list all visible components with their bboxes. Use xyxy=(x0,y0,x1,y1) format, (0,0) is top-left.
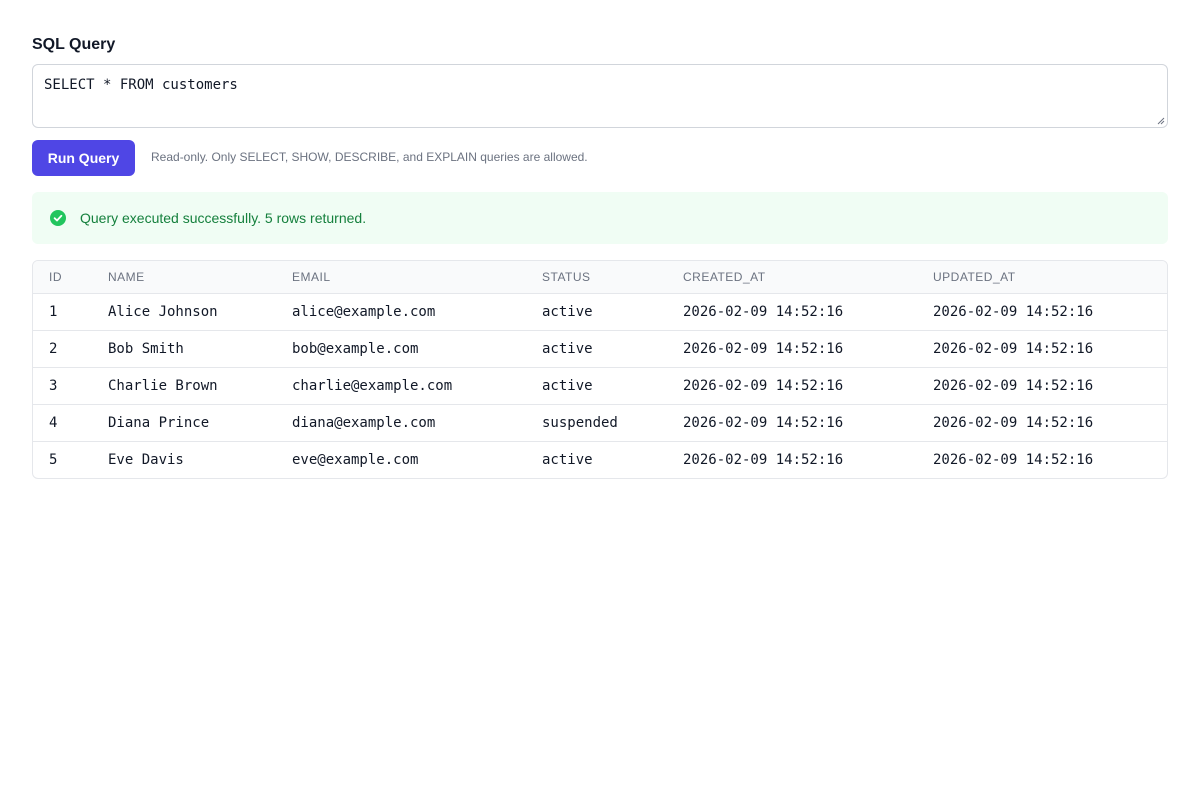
cell-name: Eve Davis xyxy=(108,452,184,468)
resize-handle-icon[interactable] xyxy=(1157,117,1165,125)
cell-created-at: 2026-02-09 14:52:16 xyxy=(683,452,844,468)
table-row[interactable]: 3 Charlie Brown charlie@example.com acti… xyxy=(33,368,1167,405)
cell-email: bob@example.com xyxy=(292,341,419,357)
column-header-email[interactable]: EMAIL xyxy=(292,270,331,285)
table-row[interactable]: 2 Bob Smith bob@example.com active 2026-… xyxy=(33,331,1167,368)
cell-id: 4 xyxy=(49,415,58,431)
query-label: SQL Query xyxy=(32,36,116,53)
cell-id: 5 xyxy=(49,452,58,468)
cell-created-at: 2026-02-09 14:52:16 xyxy=(683,415,844,431)
cell-status: suspended xyxy=(542,415,618,431)
check-circle-icon xyxy=(50,210,66,226)
sql-query-text[interactable]: SELECT * FROM customers xyxy=(44,76,1156,94)
cell-updated-at: 2026-02-09 14:52:16 xyxy=(933,341,1094,357)
cell-created-at: 2026-02-09 14:52:16 xyxy=(683,341,844,357)
cell-updated-at: 2026-02-09 14:52:16 xyxy=(933,304,1094,320)
success-alert: Query executed successfully. 5 rows retu… xyxy=(32,192,1168,244)
cell-email: diana@example.com xyxy=(292,415,436,431)
column-header-name[interactable]: NAME xyxy=(108,270,145,285)
read-only-hint: Read-only. Only SELECT, SHOW, DESCRIBE, … xyxy=(151,150,588,164)
cell-status: active xyxy=(542,378,593,394)
cell-email: alice@example.com xyxy=(292,304,436,320)
table-header: ID NAME EMAIL STATUS CREATED_AT UPDATED_… xyxy=(33,261,1167,294)
cell-name: Charlie Brown xyxy=(108,378,218,394)
cell-name: Diana Prince xyxy=(108,415,210,431)
sql-query-editor[interactable]: SELECT * FROM customers xyxy=(32,64,1168,128)
results-table: ID NAME EMAIL STATUS CREATED_AT UPDATED_… xyxy=(32,260,1168,479)
cell-id: 1 xyxy=(49,304,58,320)
cell-updated-at: 2026-02-09 14:52:16 xyxy=(933,452,1094,468)
cell-id: 3 xyxy=(49,378,58,394)
cell-updated-at: 2026-02-09 14:52:16 xyxy=(933,378,1094,394)
cell-name: Bob Smith xyxy=(108,341,184,357)
cell-created-at: 2026-02-09 14:52:16 xyxy=(683,378,844,394)
cell-updated-at: 2026-02-09 14:52:16 xyxy=(933,415,1094,431)
cell-created-at: 2026-02-09 14:52:16 xyxy=(683,304,844,320)
column-header-id[interactable]: ID xyxy=(49,270,62,285)
cell-name: Alice Johnson xyxy=(108,304,218,320)
run-query-button[interactable]: Run Query xyxy=(32,140,135,176)
cell-status: active xyxy=(542,341,593,357)
table-row[interactable]: 4 Diana Prince diana@example.com suspend… xyxy=(33,405,1167,442)
cell-status: active xyxy=(542,304,593,320)
cell-email: charlie@example.com xyxy=(292,378,453,394)
column-header-created-at[interactable]: CREATED_AT xyxy=(683,270,766,285)
cell-email: eve@example.com xyxy=(292,452,419,468)
success-message: Query executed successfully. 5 rows retu… xyxy=(80,209,367,226)
column-header-updated-at[interactable]: UPDATED_AT xyxy=(933,270,1016,285)
table-row[interactable]: 1 Alice Johnson alice@example.com active… xyxy=(33,294,1167,331)
cell-id: 2 xyxy=(49,341,58,357)
column-header-status[interactable]: STATUS xyxy=(542,270,591,285)
table-row[interactable]: 5 Eve Davis eve@example.com active 2026-… xyxy=(33,442,1167,478)
cell-status: active xyxy=(542,452,593,468)
